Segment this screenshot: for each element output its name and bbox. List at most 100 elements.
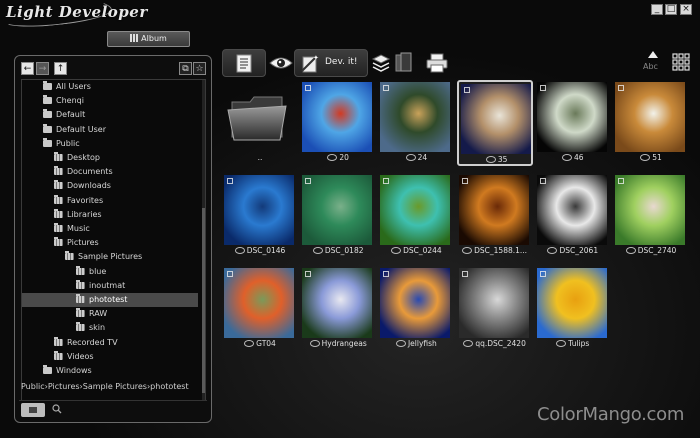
grid-view-button[interactable] (670, 49, 692, 77)
thumbnail-label: Jellyfish (407, 339, 437, 348)
expand-corner-icon (383, 85, 390, 91)
photo-thumbnail[interactable]: DSC_2740 (613, 173, 689, 259)
expand-corner-icon (618, 85, 624, 91)
tree-item[interactable]: Music (22, 222, 198, 236)
tree-item-label: skin (89, 323, 106, 333)
photo-thumbnail[interactable]: Jellyfish (378, 266, 454, 352)
grid-icon (672, 53, 690, 71)
tree-item[interactable]: Downloads (22, 179, 198, 193)
raw-badge-icon (625, 247, 636, 254)
tree-item[interactable]: Recorded TV (22, 336, 198, 350)
tree-item[interactable]: Documents (22, 165, 198, 179)
tree-item-label: Music (67, 224, 90, 233)
tree-item[interactable]: Desktop (22, 151, 198, 165)
photo-thumbnail[interactable]: 24 (378, 80, 454, 166)
tree-item[interactable]: Public (22, 137, 198, 151)
tree-item[interactable]: inoutmat (22, 279, 198, 293)
thumbnail-label: Hydrangeas (321, 339, 367, 348)
photo-image (536, 82, 607, 152)
tree-item[interactable]: Libraries (22, 208, 198, 222)
tree-item[interactable]: Favorites (22, 194, 198, 208)
tree-item[interactable]: blue (22, 265, 198, 279)
thumbnail-label: DSC_0244 (403, 246, 442, 255)
photo-image (536, 175, 607, 245)
close-button[interactable]: × (680, 4, 692, 15)
thumbnail-label: DSC_2740 (637, 246, 677, 255)
folder-icon (76, 294, 85, 303)
tree-item-label: blue (89, 266, 107, 276)
album-tab[interactable]: Album (107, 31, 190, 47)
photo-thumbnail[interactable]: qq.DSC_2420 (457, 266, 533, 352)
up-folder-button[interactable]: ↑ (54, 62, 67, 75)
thumbnail-caption: GT04 (222, 339, 298, 349)
tree-item-label: Libraries (67, 209, 102, 219)
photo-thumbnail[interactable]: GT04 (222, 266, 298, 352)
photo-thumbnail[interactable]: Hydrangeas (300, 266, 376, 352)
raw-badge-icon (405, 154, 416, 161)
tree-item[interactable]: skin (22, 321, 198, 335)
compare-button[interactable] (394, 49, 414, 77)
sort-up-icon (648, 51, 658, 58)
album-tab-label: Album (141, 34, 167, 43)
tree-item[interactable]: Sample Pictures (22, 250, 198, 264)
tree-item[interactable]: Pictures (22, 236, 198, 250)
parent-folder-item[interactable]: .. (222, 80, 298, 166)
thumbnail-label: 46 (574, 153, 584, 162)
back-button[interactable]: ← (21, 62, 34, 75)
raw-badge-icon (463, 340, 474, 347)
thumbnail-caption: 35 (459, 155, 535, 165)
folder-icon (43, 81, 52, 90)
preview-button[interactable] (266, 49, 294, 77)
photo-thumbnail[interactable]: 46 (535, 80, 611, 166)
folder-icon (54, 208, 63, 218)
photo-thumbnail[interactable]: 35 (456, 80, 535, 166)
tree-item-label: Desktop (67, 153, 100, 162)
minimize-button[interactable]: _ (651, 4, 663, 15)
thumbnail-caption: 46 (535, 153, 611, 163)
photo-thumbnail[interactable]: DSC_0182 (300, 173, 376, 259)
photo-thumbnail[interactable]: DSC_2061 (535, 173, 611, 259)
panel-bottom-bar (19, 400, 207, 420)
favorite-star-icon[interactable]: ☆ (193, 62, 206, 75)
raw-badge-icon (309, 340, 320, 347)
tree-item[interactable]: RAW (22, 307, 198, 321)
maximize-button[interactable]: □ (665, 4, 677, 15)
folder-icon (76, 265, 85, 275)
tree-item-label: Sample Pictures (78, 252, 143, 262)
forward-button[interactable]: → (36, 62, 49, 75)
folder-icon (54, 223, 63, 232)
tree-item[interactable]: Default User (22, 123, 198, 137)
dev-it-button[interactable]: ✦ Dev. it! (294, 49, 368, 77)
tree-item[interactable]: Windows (22, 364, 198, 378)
photo-thumbnail[interactable]: DSC_0244 (378, 173, 454, 259)
photo-thumbnail[interactable]: DSC_1588.1... (457, 173, 533, 259)
expand-corner-icon (539, 178, 546, 184)
photo-thumbnail[interactable]: Tulips (535, 266, 611, 352)
tree-item-label: Documents (67, 167, 113, 177)
tree-item[interactable]: Chenqi (22, 94, 198, 108)
raw-badge-icon (395, 340, 406, 347)
tree-item-label: Favorites (67, 195, 104, 205)
expand-corner-icon (227, 178, 233, 184)
photo-image (224, 268, 294, 338)
photo-thumbnail[interactable]: 20 (300, 80, 376, 166)
folder-icon (43, 95, 52, 105)
tree-scroll-thumb[interactable] (202, 208, 205, 393)
thumbnail-caption: DSC_0244 (378, 246, 454, 256)
raw-badge-icon (640, 154, 651, 161)
tree-item[interactable]: Default (22, 108, 198, 122)
print-button[interactable] (424, 49, 450, 77)
batch-button[interactable] (370, 49, 392, 77)
tree-item[interactable]: Videos (22, 350, 198, 364)
sort-button[interactable]: Abc (642, 49, 664, 77)
new-folder-icon[interactable]: ⧉ (179, 62, 192, 75)
eye-icon (269, 57, 293, 69)
tree-item[interactable]: phototest (22, 293, 198, 307)
photo-thumbnail[interactable]: DSC_0146 (222, 173, 298, 259)
list-view-button[interactable] (222, 49, 266, 77)
tree-item[interactable]: All Users (22, 80, 198, 94)
photo-thumbnail[interactable]: 51 (613, 80, 689, 166)
folder-view-button[interactable] (21, 403, 45, 417)
search-icon[interactable] (52, 404, 62, 414)
thumbnail-label: GT04 (256, 339, 276, 348)
